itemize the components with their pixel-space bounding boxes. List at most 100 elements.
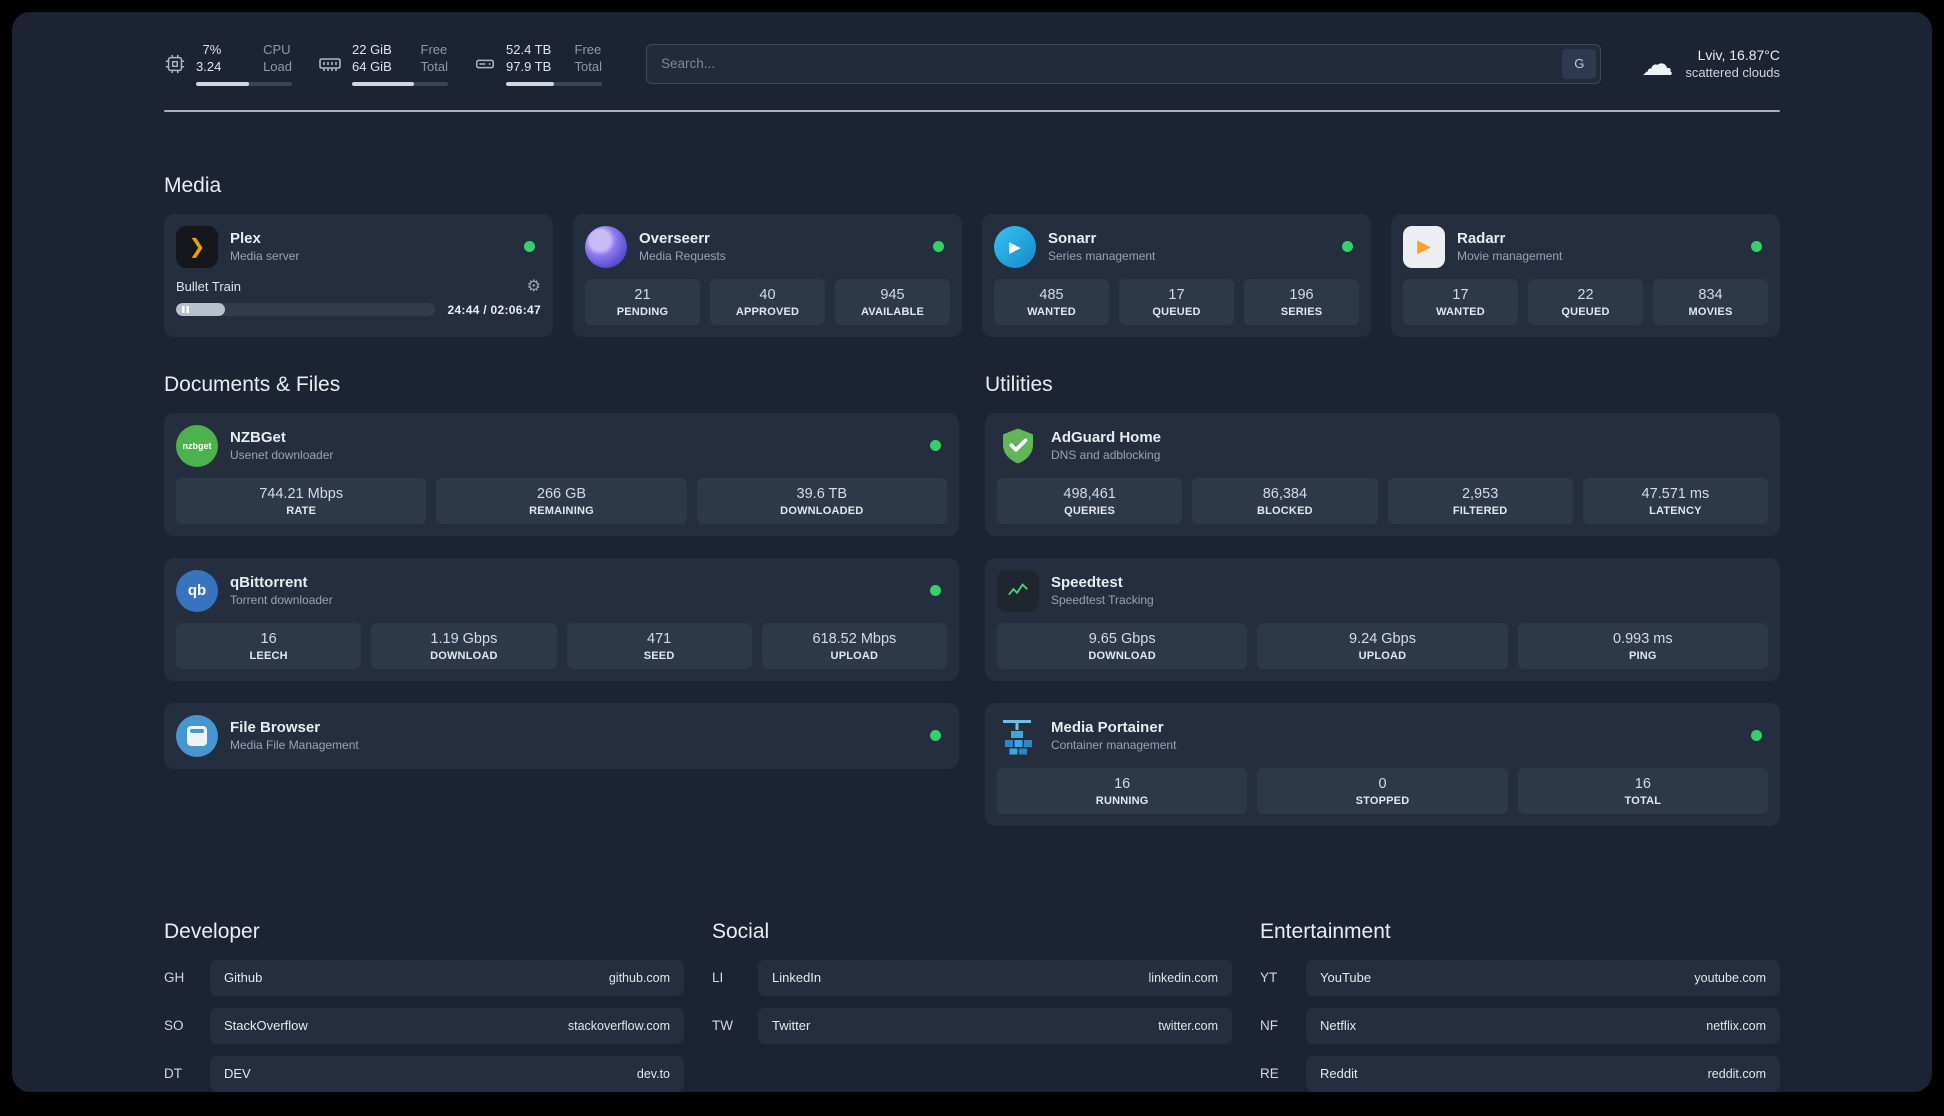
bookmark-url: twitter.com [1158, 1018, 1218, 1033]
service-description: DNS and adblocking [1051, 448, 1161, 463]
stat-label: SEED [643, 649, 675, 662]
disk-progress-bar [506, 81, 602, 86]
stat-value: 618.52 Mbps [812, 630, 897, 647]
disk-total-value: 97.9 TB [506, 58, 552, 74]
stat-box: 86,384 BLOCKED [1192, 477, 1378, 524]
stat-label: PING [1628, 649, 1657, 662]
plex-chevron-glyph: ❯ [188, 236, 206, 259]
adguard-shield-icon [997, 425, 1039, 467]
bookmark-stackoverflow[interactable]: SO StackOverflow stackoverflow.com [164, 1007, 684, 1044]
stat-box: 40 APPROVED [710, 278, 825, 325]
bookmark-dev[interactable]: DT DEV dev.to [164, 1055, 684, 1092]
service-card-sonarr[interactable]: ▶ Sonarr Series management 485 WANTED 17… [982, 213, 1371, 337]
stat-label: DOWNLOAD [1088, 649, 1156, 662]
service-name: Radarr [1457, 230, 1506, 248]
topbar-divider [164, 109, 1780, 112]
stat-value: 40 [759, 286, 776, 303]
stat-value: 9.65 Gbps [1088, 630, 1156, 647]
bookmark-name: StackOverflow [224, 1018, 308, 1034]
service-card-qbittorrent[interactable]: qb qBittorrent Torrent downloader 16 LEE… [164, 557, 959, 681]
stat-label: RATE [286, 504, 317, 517]
stat-value: 16 [260, 630, 277, 647]
search-engine-button[interactable]: G [1562, 48, 1597, 79]
playback-progress-bar[interactable] [176, 303, 436, 317]
bookmark-abbr: RE [1260, 1066, 1279, 1082]
disk-free-value: 52.4 TB [506, 42, 552, 57]
stat-box: 196 SERIES [1244, 278, 1359, 325]
bookmark-name: Github [224, 970, 263, 986]
weather-widget: ☁ Lviv, 16.87°C scattered clouds [1641, 47, 1780, 80]
ram-total-label: Total [420, 58, 448, 74]
disk-total-label: Total [574, 58, 602, 74]
stat-box: 16 TOTAL [1517, 767, 1768, 814]
bookmark-youtube[interactable]: YT YouTube youtube.com [1260, 959, 1780, 996]
ram-progress-fill [352, 81, 415, 86]
service-name: Plex [230, 230, 261, 248]
service-name: qBittorrent [230, 574, 308, 592]
dashboard-content: 7% 3.24 CPU Load 22 GiB 64 GiB Free Tota… [164, 12, 1780, 1092]
ram-monitor: 22 GiB 64 GiB Free Total [318, 42, 448, 86]
bookmark-twitter[interactable]: TW Twitter twitter.com [712, 1007, 1232, 1044]
bookmark-name: DEV [224, 1066, 251, 1082]
service-card-speedtest[interactable]: Speedtest Speedtest Tracking 9.65 Gbps D… [985, 557, 1780, 681]
stat-box: 471 SEED [566, 622, 752, 669]
search-input[interactable] [646, 43, 1602, 84]
stat-value: 471 [647, 630, 672, 647]
service-card-adguard[interactable]: AdGuard Home DNS and adblocking 498,461 … [985, 412, 1780, 536]
stat-label: RUNNING [1095, 794, 1149, 807]
cpu-load-label: Load [263, 58, 292, 74]
bookmark-reddit[interactable]: RE Reddit reddit.com [1260, 1055, 1780, 1092]
portainer-crane-icon [997, 715, 1039, 757]
bookmark-linkedin[interactable]: LI LinkedIn linkedin.com [712, 959, 1232, 996]
service-card-overseerr[interactable]: Overseerr Media Requests 21 PENDING 40 A… [573, 213, 962, 337]
bookmark-url: dev.to [636, 1066, 670, 1081]
stat-value: 17 [1168, 286, 1185, 303]
nzbget-icon-text: nzbget [182, 440, 212, 451]
cpu-percent: 7% [202, 42, 222, 57]
service-name: AdGuard Home [1051, 429, 1162, 447]
qbittorrent-icon: qb [176, 569, 218, 612]
bookmark-github[interactable]: GH Github github.com [164, 959, 684, 996]
stat-label: SERIES [1280, 305, 1323, 318]
bookmark-group-social: Social LI LinkedIn linkedin.com TW Twitt… [712, 920, 1232, 1092]
service-card-portainer[interactable]: Media Portainer Container management 16 … [985, 702, 1780, 826]
plex-icon: ❯ [176, 225, 218, 268]
stat-box: 16 LEECH [176, 622, 362, 669]
cloud-icon: ☁ [1641, 45, 1674, 82]
cpu-icon [164, 53, 186, 75]
section-utilities: Utilities AdGuard Home DNS and adblockin… [985, 373, 1780, 848]
stat-box: 9.24 Gbps UPLOAD [1257, 622, 1508, 669]
gear-icon[interactable]: ⚙ [527, 278, 541, 295]
service-card-plex[interactable]: ❯ Plex Media server Bullet Train ⚙ 24:44… [164, 213, 553, 337]
service-name: Speedtest [1051, 574, 1123, 592]
service-description: Container management [1051, 738, 1177, 753]
service-name: Overseerr [639, 230, 710, 248]
service-description: Media Requests [639, 249, 726, 264]
bookmark-abbr: NF [1260, 1018, 1278, 1034]
section-title-documents: Documents & Files [164, 372, 341, 396]
service-card-radarr[interactable]: ▶ Radarr Movie management 17 WANTED 22 Q… [1391, 213, 1780, 337]
status-dot [930, 730, 941, 742]
bookmark-group-entertainment: Entertainment YT YouTube youtube.com NF … [1260, 920, 1780, 1092]
service-card-nzbget[interactable]: nzbget NZBGet Usenet downloader 744.21 M… [164, 412, 959, 536]
bookmark-name: LinkedIn [772, 970, 822, 986]
bookmarks-grid: Developer GH Github github.com SO StackO… [164, 920, 1780, 1092]
filebrowser-icon [176, 714, 218, 757]
stat-box: 2,953 FILTERED [1387, 477, 1573, 524]
service-description: Speedtest Tracking [1051, 593, 1154, 608]
bookmark-url: reddit.com [1707, 1066, 1766, 1081]
status-dot [933, 241, 944, 253]
bookmark-netflix[interactable]: NF Netflix netflix.com [1260, 1007, 1780, 1044]
service-card-filebrowser[interactable]: File Browser Media File Management [164, 702, 959, 769]
stat-label: UPLOAD [1358, 649, 1407, 662]
pause-icon[interactable] [182, 306, 189, 314]
bookmark-url: youtube.com [1694, 970, 1766, 985]
disk-free-label: Free [574, 42, 602, 57]
stat-value: 498,461 [1063, 485, 1116, 502]
stat-label: QUEUED [1152, 305, 1201, 318]
sonarr-play-glyph: ▶ [1009, 238, 1021, 256]
weather-condition: scattered clouds [1685, 65, 1780, 81]
stat-box: 39.6 TB DOWNLOADED [696, 477, 947, 524]
bookmark-abbr: TW [712, 1018, 733, 1034]
stat-box: 17 QUEUED [1119, 278, 1234, 325]
